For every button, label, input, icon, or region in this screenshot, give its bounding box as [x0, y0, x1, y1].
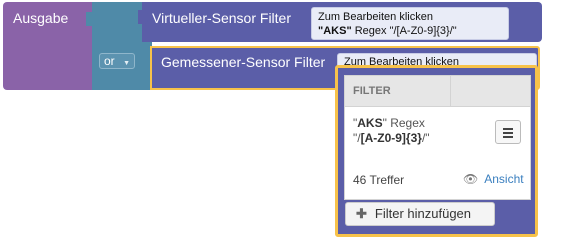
output-block[interactable]: Ausgabe: [3, 2, 95, 90]
filter-regex-text: "AKS" Regex "/[A-Z0-9]{3}/": [353, 116, 430, 145]
filter-popup: FILTER "AKS" Regex "/[A-Z0-9]{3}/" 46 Tr…: [335, 65, 538, 237]
filter-table-header: FILTER: [345, 76, 530, 107]
add-filter-button[interactable]: ✚ Filter hinzufügen: [345, 202, 495, 226]
chevron-down-icon: ▼: [123, 60, 130, 67]
view-link[interactable]: 👁 Ansicht: [463, 172, 524, 186]
virtual-sensor-field-key: "AKS": [318, 25, 352, 37]
virtual-sensor-filter-field[interactable]: Zum Bearbeiten klicken "AKS" Regex "/[A-…: [311, 7, 509, 40]
output-block-label: Ausgabe: [13, 10, 69, 26]
measured-sensor-title: Gemessener-Sensor Filter: [161, 54, 326, 70]
add-filter-label: Filter hinzufügen: [374, 206, 472, 221]
or-block-connector: [86, 12, 96, 26]
operator-dropdown[interactable]: or ▼: [99, 53, 135, 69]
virtual-sensor-field-line1: Zum Bearbeiten klicken: [318, 11, 433, 23]
virtual-sensor-field-line2: "AKS" Regex "/[A-Z0-9]{3}/": [318, 24, 502, 38]
filter-key: AKS: [357, 116, 383, 130]
eye-icon: 👁: [463, 172, 479, 186]
filter-menu-button[interactable]: [495, 120, 521, 144]
header-divider: [450, 76, 451, 106]
filter-table: FILTER "AKS" Regex "/[A-Z0-9]{3}/" 46 Tr…: [344, 75, 531, 200]
hit-count: 46 Treffer: [353, 173, 405, 187]
view-label: Ansicht: [484, 172, 524, 186]
filter-column-header: FILTER: [353, 85, 391, 97]
operator-value: or: [104, 54, 115, 68]
filter-pattern: [A-Z0-9]{3}: [360, 131, 422, 145]
virtual-sensor-connector: [138, 10, 148, 24]
virtual-sensor-field-regex: Regex "/[A-Z0-9]{3}/": [351, 25, 457, 37]
virtual-sensor-title: Virtueller-Sensor Filter: [152, 10, 292, 26]
plus-icon: ✚: [356, 206, 367, 221]
hamburger-menu-icon: [503, 128, 513, 130]
